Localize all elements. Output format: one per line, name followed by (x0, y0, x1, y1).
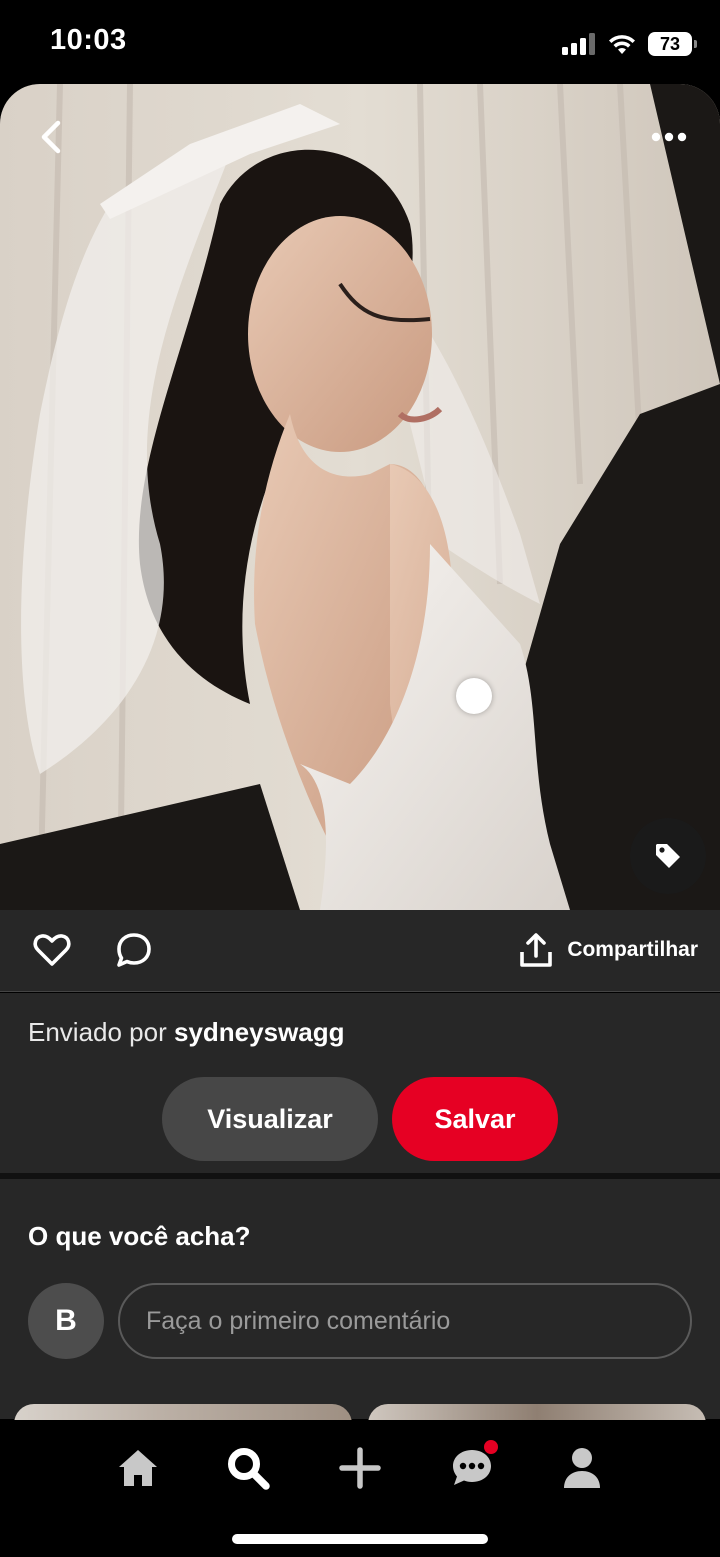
nav-create[interactable] (330, 1438, 390, 1498)
comment-input[interactable] (118, 1283, 692, 1359)
profile-icon (564, 1448, 600, 1488)
status-bar: 10:03 73 (0, 0, 720, 86)
comments-section: O que você acha? B (0, 1179, 720, 1419)
pin-image[interactable] (0, 84, 720, 910)
chevron-left-icon (41, 120, 61, 154)
search-icon (228, 1448, 270, 1490)
bottom-navigation (0, 1420, 720, 1557)
primary-buttons: Visualizar Salvar (0, 1077, 720, 1161)
pin-photo (0, 84, 720, 910)
nav-home[interactable] (108, 1438, 168, 1498)
nav-search[interactable] (218, 1438, 278, 1498)
upload-share-icon (520, 933, 553, 967)
more-options-button[interactable] (646, 114, 692, 160)
product-hotspot[interactable] (456, 678, 492, 714)
status-indicators: 73 (562, 30, 697, 58)
status-time: 10:03 (50, 24, 127, 56)
save-button[interactable]: Salvar (392, 1077, 558, 1161)
home-indicator[interactable] (232, 1534, 488, 1544)
user-avatar[interactable]: B (28, 1283, 104, 1359)
view-button[interactable]: Visualizar (162, 1077, 378, 1161)
pin-action-bar: Compartilhar (0, 910, 720, 992)
plus-icon (339, 1447, 381, 1489)
comment-button[interactable] (114, 930, 154, 970)
wifi-icon (609, 35, 635, 54)
signal-icon (562, 33, 595, 55)
share-label: Compartilhar (567, 938, 698, 961)
shop-tag-button[interactable] (630, 818, 706, 894)
sent-by-line: Enviado por sydneyswagg (28, 1017, 345, 1048)
back-button[interactable] (28, 114, 74, 160)
battery-indicator: 73 (648, 32, 697, 56)
home-icon (119, 1450, 157, 1486)
pin-info-section: Enviado por sydneyswagg Visualizar Salva… (0, 993, 720, 1173)
speech-bubble-icon (117, 933, 151, 967)
sent-by-prefix: Enviado por (28, 1017, 167, 1047)
nav-profile[interactable] (552, 1438, 612, 1498)
like-button[interactable] (32, 930, 72, 970)
uploader-username[interactable]: sydneyswagg (174, 1017, 345, 1047)
heart-icon (33, 934, 71, 966)
comments-title: O que você acha? (28, 1221, 251, 1251)
share-button[interactable]: Compartilhar (519, 930, 698, 970)
more-dots-icon (651, 132, 687, 142)
tag-icon (656, 844, 680, 868)
nav-messages[interactable] (442, 1438, 502, 1498)
notification-dot (484, 1440, 498, 1454)
